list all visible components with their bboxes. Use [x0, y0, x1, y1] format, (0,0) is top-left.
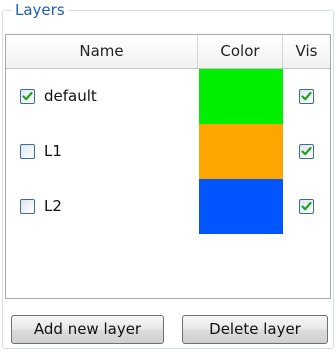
layers-table: Name Color Vis default L1 L2 [5, 34, 331, 299]
column-header-color[interactable]: Color [198, 35, 283, 68]
layer-name: L1 [44, 142, 62, 160]
table-row[interactable]: L2 [6, 179, 330, 234]
table-row[interactable]: L1 [6, 124, 330, 179]
column-header-vis[interactable]: Vis [283, 35, 330, 68]
layers-group-title: Layers [12, 0, 68, 20]
layer-visible-checkbox[interactable] [299, 199, 314, 214]
delete-layer-button[interactable]: Delete layer [182, 315, 328, 344]
layer-select-checkbox[interactable] [20, 199, 35, 214]
table-row[interactable]: default [6, 69, 330, 124]
layer-color-swatch[interactable] [199, 179, 283, 234]
layer-name: L2 [44, 197, 62, 215]
layer-visible-checkbox[interactable] [299, 144, 314, 159]
layer-color-swatch[interactable] [199, 124, 283, 179]
checkmark-icon [22, 91, 33, 101]
checkmark-icon [301, 91, 312, 101]
layer-visible-checkbox[interactable] [299, 89, 314, 104]
checkmark-icon [301, 201, 312, 211]
checkmark-icon [301, 146, 312, 156]
layer-select-checkbox[interactable] [20, 144, 35, 159]
layer-select-checkbox[interactable] [20, 89, 35, 104]
table-header: Name Color Vis [6, 35, 330, 69]
column-header-name[interactable]: Name [6, 35, 198, 68]
layer-color-swatch[interactable] [199, 69, 283, 124]
add-new-layer-button[interactable]: Add new layer [11, 315, 164, 344]
layer-name: default [44, 87, 97, 105]
